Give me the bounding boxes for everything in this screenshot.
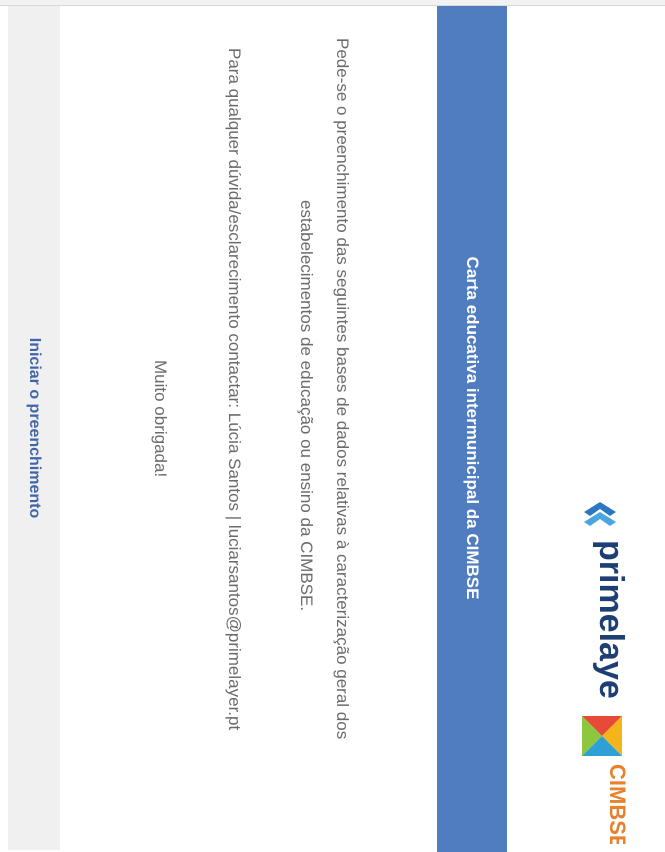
cimbse-wordmark: CIMBSE: [605, 764, 630, 844]
primelayer-logo: primelayer: [570, 500, 630, 712]
page-title: Carta educativa intermunicipal da CIMBSE: [463, 256, 482, 600]
cimbse-logo: CIMBSE: [580, 714, 630, 850]
page-frame: Iniciar o preenchimento Carta educativa …: [0, 0, 665, 852]
body-line-3: Para qualquer dúvida/esclarecimento cont…: [225, 48, 244, 731]
body-line-1: Pede-se o preenchimento das seguintes ba…: [333, 38, 352, 740]
start-filling-button[interactable]: Iniciar o preenchimento: [25, 338, 43, 518]
top-border: [0, 0, 665, 6]
body-line-2: estabelecimentos de educação ou ensino d…: [297, 200, 316, 612]
body-line-4: Muito obrigada!: [151, 360, 170, 478]
primelayer-wordmark: primelayer: [592, 540, 630, 700]
